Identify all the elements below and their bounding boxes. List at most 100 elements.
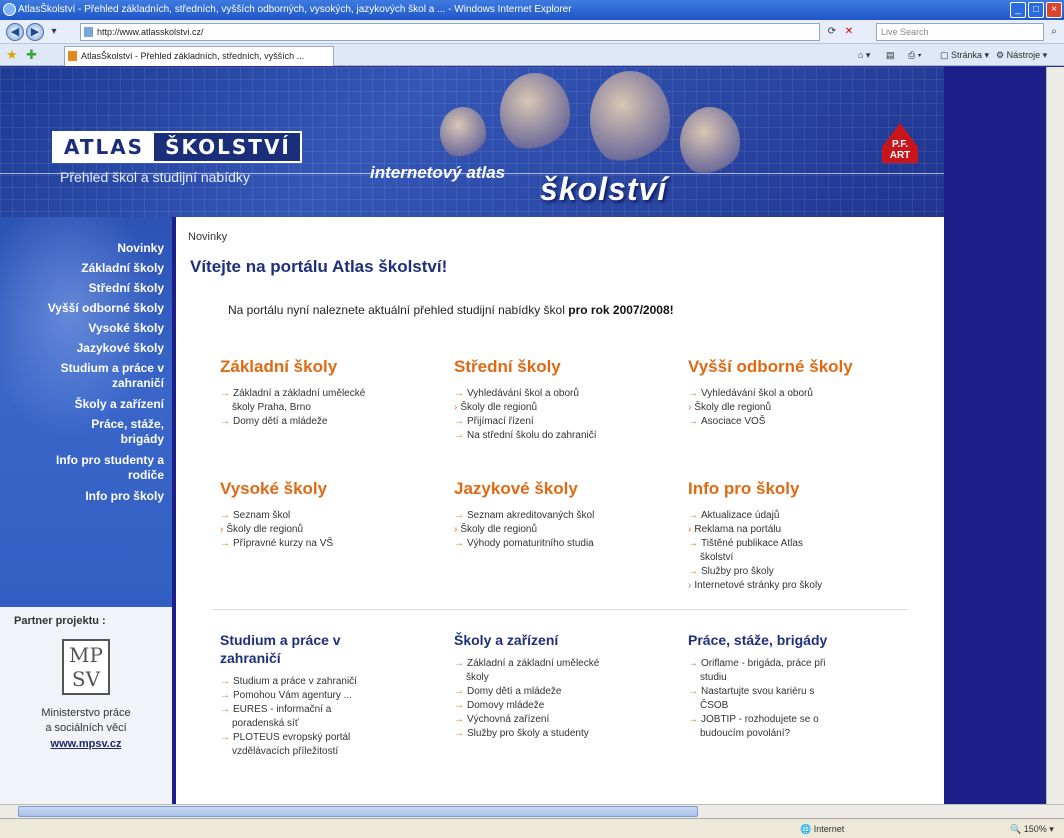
mpsv-logo[interactable]: MP SV (62, 639, 110, 695)
maximize-button[interactable]: □ (1028, 2, 1044, 18)
link-text: PLOTEUS evropský portál (233, 732, 351, 743)
link-studium-4[interactable]: → PLOTEUS evropský portál (220, 731, 350, 744)
link-info-4[interactable]: → Služby pro školy (688, 565, 774, 578)
link-zarizeni-5[interactable]: → Služby pro školy a studenty (454, 727, 589, 740)
nav-item-studenti-2[interactable]: rodiče (128, 468, 164, 483)
link-vysoke-1[interactable]: → Seznam škol (220, 509, 290, 522)
logo-right-text: ŠKOLSTVÍ (165, 135, 291, 159)
stop-icon[interactable]: ✕ (842, 23, 856, 41)
page-menu[interactable]: ▢ Stránka ▾ (940, 47, 989, 63)
vertical-scrollbar[interactable] (1046, 67, 1064, 804)
link-prace-2b[interactable]: ČSOB (700, 699, 728, 712)
section-title-studium-2[interactable]: zahraničí (220, 649, 281, 667)
link-text: Reklama na portálu (694, 524, 782, 535)
link-zakladni-1b[interactable]: školy Praha, Brno (232, 401, 311, 414)
section-title-vyssi[interactable]: Vyšší odborné školy (688, 357, 853, 377)
print-icon[interactable]: ⎙ ▾ (908, 47, 921, 63)
partner-link[interactable]: www.mpsv.cz (0, 738, 172, 750)
nav-item-info-skoly[interactable]: Info pro školy (85, 489, 164, 504)
section-title-jazykove[interactable]: Jazykové školy (454, 479, 578, 499)
link-info-3b[interactable]: školství (700, 551, 733, 564)
link-studium-2[interactable]: → Pomohou Vám agentury ... (220, 689, 352, 702)
nav-item-prace-2[interactable]: brigády (121, 432, 164, 447)
site-logo[interactable]: ATLAS ŠKOLSTVÍ (52, 131, 302, 163)
link-text: Studium a práce v zahraničí (233, 676, 357, 687)
link-zarizeni-1[interactable]: → Základní a základní umělecké (454, 657, 599, 670)
nav-item-prace-1[interactable]: Práce, stáže, (91, 417, 164, 432)
link-info-1[interactable]: → Aktualizace údajů (688, 509, 779, 522)
section-title-studium[interactable]: Studium a práce v (220, 631, 341, 649)
page-menu-label: Stránka (951, 50, 983, 60)
link-stredni-1[interactable]: → Vyhledávání škol a oborů (454, 387, 579, 400)
link-studium-4b[interactable]: vzdělávacích příležitostí (232, 745, 338, 758)
link-studium-3b[interactable]: poradenská síť (232, 717, 299, 730)
horizontal-scroll-thumb[interactable] (18, 806, 698, 817)
nav-item-zakladni[interactable]: Základní školy (81, 261, 164, 276)
nav-item-studium-1[interactable]: Studium a práce v (61, 361, 164, 376)
link-prace-3[interactable]: → JOBTIP - rozhodujete se o (688, 713, 819, 726)
link-info-3[interactable]: → Tištěné publikace Atlas (688, 537, 803, 550)
home-icon[interactable]: ⌂ ▾ (858, 47, 870, 63)
nav-item-novinky[interactable]: Novinky (117, 241, 164, 256)
zoom-control[interactable]: 🔍 150% ▾ (1010, 819, 1054, 838)
link-zarizeni-2[interactable]: → Domy dětí a mládeže (454, 685, 562, 698)
link-jazykove-3[interactable]: → Výhody pomaturitního studia (454, 537, 594, 550)
link-stredni-3[interactable]: → Přijímací řízení (454, 415, 534, 428)
link-stredni-4[interactable]: → Na střední školu do zahraničí (454, 429, 597, 442)
link-jazykove-1[interactable]: → Seznam akreditovaných škol (454, 509, 594, 522)
link-zakladni-1[interactable]: → Základní a základní umělecké (220, 387, 365, 400)
back-button[interactable]: ◀ (6, 23, 24, 41)
search-icon[interactable]: ⌕ (1046, 23, 1062, 41)
nav-item-jazykove[interactable]: Jazykové školy (77, 341, 164, 356)
link-text: Školy dle regionů (694, 402, 772, 413)
horizontal-scrollbar[interactable] (0, 804, 1064, 818)
link-info-5[interactable]: › Internetové stránky pro školy (688, 579, 822, 592)
tab-atlas[interactable]: AtlasŠkolství - Přehled základních, stře… (64, 46, 334, 66)
link-prace-1[interactable]: → Oriflame - brigáda, práce při (688, 657, 826, 670)
link-zarizeni-4[interactable]: → Výchovná zařízení (454, 713, 549, 726)
nav-item-vysoke[interactable]: Vysoké školy (88, 321, 164, 336)
section-title-zakladni[interactable]: Základní školy (220, 357, 337, 377)
nav-item-studenti-1[interactable]: Info pro studenty a (56, 453, 164, 468)
nav-item-studium-2[interactable]: zahraničí (112, 376, 164, 391)
link-vyssi-1[interactable]: → Vyhledávání škol a oborů (688, 387, 813, 400)
search-input[interactable]: Live Search (876, 23, 1044, 41)
address-input[interactable]: http://www.atlasskolstvi.cz/ (80, 23, 820, 41)
favorites-star-icon[interactable]: ★ (6, 47, 18, 63)
section-title-vysoke[interactable]: Vysoké školy (220, 479, 327, 499)
section-title-prace[interactable]: Práce, stáže, brigády (688, 631, 827, 649)
section-title-skoly-zarizeni[interactable]: Školy a zařízení (454, 631, 558, 649)
link-prace-2[interactable]: → Nastartujte svou kariéru s (688, 685, 814, 698)
history-dropdown-icon[interactable]: ▾ (48, 23, 60, 41)
link-vyssi-2[interactable]: › Školy dle regionů (688, 401, 771, 414)
minimize-button[interactable]: _ (1010, 2, 1026, 18)
link-zakladni-2[interactable]: → Domy dětí a mládeže (220, 415, 328, 428)
link-vysoke-3[interactable]: → Přípravné kurzy na VŠ (220, 537, 333, 550)
refresh-icon[interactable]: ⟳ (824, 23, 840, 41)
link-prace-3b[interactable]: budoucím povolání? (700, 727, 790, 740)
link-stredni-2[interactable]: › Školy dle regionů (454, 401, 537, 414)
link-text: Školy dle regionů (226, 524, 304, 535)
add-favorites-icon[interactable]: ✚ (26, 47, 37, 63)
link-zarizeni-3[interactable]: → Domovy mládeže (454, 699, 544, 712)
welcome-heading: Vítejte na portálu Atlas školství! (190, 257, 448, 276)
link-text: Vyhledávání škol a oborů (701, 388, 813, 399)
nav-item-skoly-zarizeni[interactable]: Školy a zařízení (75, 397, 164, 412)
close-button[interactable]: × (1046, 2, 1062, 18)
intro-text: Na portálu nyní naleznete aktuální přehl… (228, 303, 674, 317)
link-prace-1b[interactable]: studiu (700, 671, 727, 684)
link-vyssi-3[interactable]: → Asociace VOŠ (688, 415, 765, 428)
tools-menu[interactable]: ⚙ Nástroje ▾ (996, 47, 1047, 63)
feeds-icon[interactable]: ▤ (886, 47, 895, 63)
section-title-stredni[interactable]: Střední školy (454, 357, 561, 377)
link-info-2[interactable]: › Reklama na portálu (688, 523, 781, 536)
link-vysoke-2[interactable]: › Školy dle regionů (220, 523, 303, 536)
link-zarizeni-1b[interactable]: školy (466, 671, 489, 684)
forward-button[interactable]: ▶ (26, 23, 44, 41)
nav-item-stredni[interactable]: Střední školy (89, 281, 164, 296)
link-jazykove-2[interactable]: › Školy dle regionů (454, 523, 537, 536)
nav-item-vyssi[interactable]: Vyšší odborné školy (48, 301, 164, 316)
link-studium-3[interactable]: → EURES - informační a (220, 703, 331, 716)
section-title-info-skoly[interactable]: Info pro školy (688, 479, 799, 499)
link-studium-1[interactable]: → Studium a práce v zahraničí (220, 675, 357, 688)
